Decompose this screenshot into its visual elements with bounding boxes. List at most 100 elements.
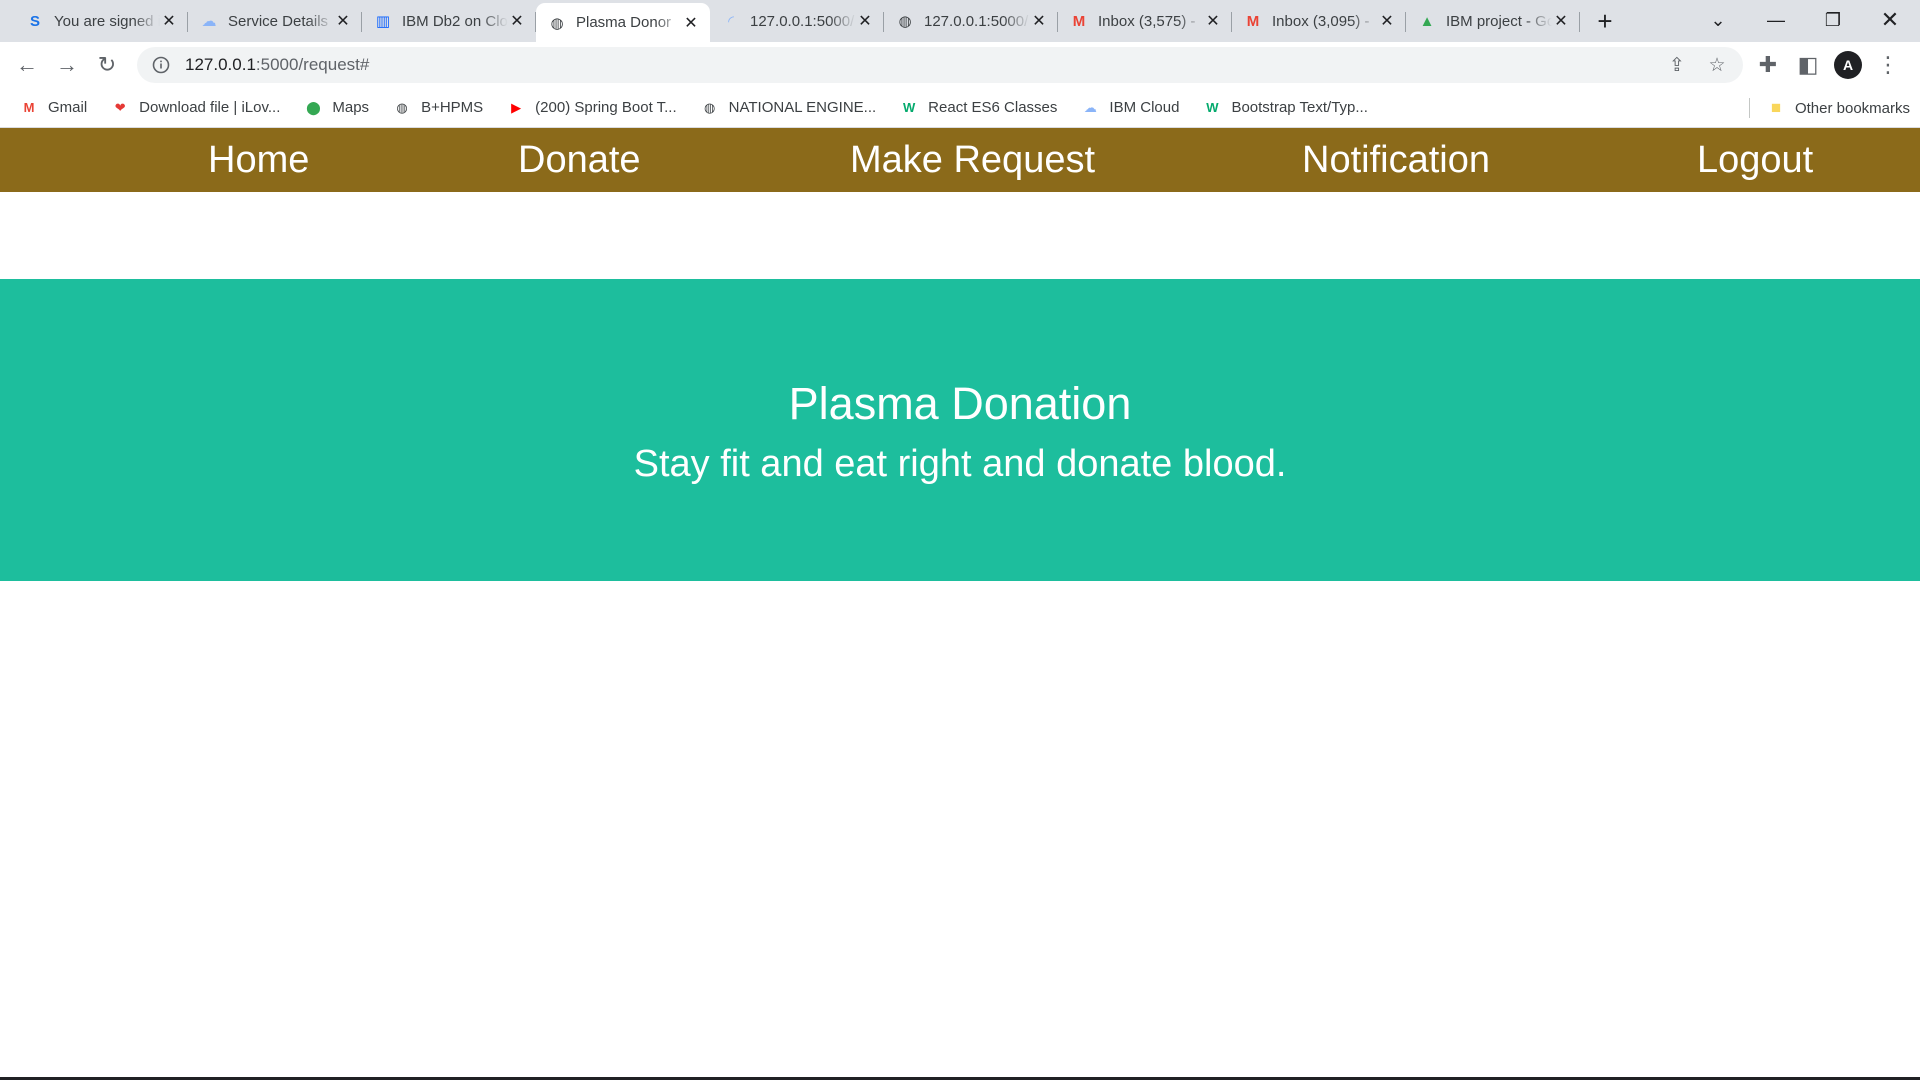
browser-tab[interactable]: ◍ Plasma Donor ✕	[536, 3, 710, 42]
close-window-button[interactable]: ✕	[1862, 0, 1918, 40]
forward-arrow-icon[interactable]: →	[47, 45, 87, 85]
other-bookmarks-label: Other bookmarks	[1794, 99, 1910, 117]
tab-close-icon[interactable]: ✕	[856, 12, 874, 30]
bookmarks-bar: M Gmail ❤ Download file | iLov... ⬤ Maps ◍ B+HP…	[0, 88, 1920, 128]
address-bar-actions: ⇪ ☆	[1657, 47, 1737, 83]
tab-title: Inbox (3,095) -	[1272, 12, 1370, 30]
bookmark-item[interactable]: M Gmail	[8, 92, 99, 124]
nav-logout-link[interactable]: Logout	[1697, 128, 1813, 192]
minimize-button[interactable]: —	[1748, 0, 1804, 40]
side-panel-icon[interactable]: ◧	[1788, 45, 1828, 85]
share-icon[interactable]: ⇪	[1657, 47, 1697, 83]
tab-title: Inbox (3,575) -	[1098, 12, 1196, 30]
bookmark-label: (200) Spring Boot T...	[535, 99, 677, 116]
tab-close-icon[interactable]: ✕	[334, 12, 352, 30]
new-tab-button[interactable]: +	[1586, 3, 1624, 39]
tab-close-icon[interactable]: ✕	[1552, 12, 1570, 30]
globe-icon: ◍	[396, 99, 408, 115]
nav-donate-link[interactable]: Donate	[518, 128, 641, 192]
google-drive-icon: ▲	[1419, 12, 1435, 30]
globe-icon: ◍	[550, 14, 564, 32]
browser-tab[interactable]: ◍ 127.0.0.1:5000/✕	[884, 3, 1058, 39]
other-bookmarks-folder[interactable]: ■ Other bookmarks	[1767, 92, 1910, 124]
tab-close-icon[interactable]: ✕	[508, 12, 526, 30]
tab-close-icon[interactable]: ✕	[160, 12, 178, 30]
avatar: A	[1834, 51, 1862, 79]
cloud-icon: ☁	[1083, 99, 1097, 115]
nav-home-link[interactable]: Home	[208, 128, 309, 192]
bookmark-label: Maps	[332, 99, 370, 116]
bookmarks-divider	[1749, 98, 1750, 118]
s-letter-icon: S	[29, 12, 40, 30]
bookmark-item[interactable]: ☁ IBM Cloud	[1069, 92, 1191, 124]
bookmark-item[interactable]: ◍ B+HPMS	[381, 92, 495, 124]
tab-close-icon[interactable]: ✕	[1378, 12, 1396, 30]
nav-make-request-link[interactable]: Make Request	[850, 128, 1095, 192]
browser-tab[interactable]: ▲ IBM project - Go ✕	[1406, 3, 1580, 39]
tab-list: S You are signed in ✕ ☁ Service Details ✕ ▥ IBM…	[0, 0, 1580, 42]
globe-icon: ◍	[703, 99, 716, 115]
bookmark-item[interactable]: ▶ (200) Spring Boot T...	[495, 92, 688, 124]
bookmark-item[interactable]: ❤ Download file | iLov...	[99, 92, 292, 124]
tab-title: IBM Db2 on Cloud	[402, 12, 508, 30]
tab-close-icon[interactable]: ✕	[682, 14, 700, 32]
browser-tab[interactable]: ▥ IBM Db2 on Cloud✕	[362, 3, 536, 39]
tab-close-icon[interactable]: ✕	[1030, 12, 1048, 30]
gmail-icon: M	[1072, 12, 1086, 30]
tab-title: 127.0.0.1:5000/	[924, 12, 1029, 30]
bookmark-label: NATIONAL ENGINE...	[728, 99, 877, 116]
back-arrow-icon[interactable]: ←	[7, 45, 47, 85]
browser-tab[interactable]: ☁ Service Details ✕	[188, 3, 362, 39]
hero-banner: Plasma Donation Stay fit and eat right a…	[0, 279, 1920, 581]
site-navbar: Home Donate Make Request Notification Lo…	[0, 128, 1920, 192]
bookmark-item[interactable]: W React ES6 Classes	[888, 92, 1069, 124]
heart-icon: ❤	[114, 99, 126, 115]
tab-title: IBM project - Go	[1446, 12, 1552, 30]
tab-title: Service Details	[228, 12, 329, 30]
reload-icon[interactable]: ↻	[87, 45, 127, 85]
url-text[interactable]: 127.0.0.1:5000/request#	[185, 55, 369, 75]
cloud-icon: ☁	[201, 13, 217, 30]
extension-area: ✚ ◧ A ⋮	[1748, 45, 1908, 85]
site-info-icon[interactable]	[151, 55, 171, 75]
bookmark-list: M Gmail ❤ Download file | iLov... ⬤ Maps ◍ B+HP…	[8, 92, 1380, 124]
page-viewport: Home Donate Make Request Notification Lo…	[0, 128, 1920, 1080]
profile-avatar-button[interactable]: A	[1828, 45, 1868, 85]
db2-grid-icon: ▥	[375, 13, 391, 30]
tab-search-chevron-icon[interactable]: ⌄	[1690, 0, 1746, 40]
browser-tab[interactable]: ◜ 127.0.0.1:5000/✕	[710, 3, 884, 39]
bookmark-item[interactable]: ⬤ Maps	[292, 92, 381, 124]
browser-tab[interactable]: S You are signed in ✕	[14, 3, 188, 39]
restore-button[interactable]: ❐	[1805, 0, 1861, 40]
browser-toolbar: ← → ↻ 127.0.0.1:5000/request# ⇪ ☆ ✚ ◧ A …	[0, 42, 1920, 88]
tab-title: Plasma Donor	[576, 14, 672, 31]
bookmark-label: Gmail	[48, 99, 88, 116]
nav-notification-link[interactable]: Notification	[1302, 128, 1490, 192]
hero-subtitle: Stay fit and eat right and donate blood.	[633, 443, 1287, 485]
extensions-puzzle-icon[interactable]: ✚	[1748, 45, 1788, 85]
bookmark-label: React ES6 Classes	[928, 99, 1058, 116]
address-bar[interactable]: 127.0.0.1:5000/request# ⇪ ☆	[137, 47, 1743, 83]
bookmark-label: Download file | iLov...	[139, 99, 281, 116]
tab-separator	[1579, 12, 1580, 32]
bookmark-label: IBM Cloud	[1109, 99, 1180, 116]
bookmark-item[interactable]: W Bootstrap Text/Typ...	[1191, 92, 1379, 124]
gmail-icon: M	[23, 100, 35, 115]
url-host: 127.0.0.1	[185, 55, 256, 74]
tab-close-icon[interactable]: ✕	[1204, 12, 1222, 30]
tab-title: 127.0.0.1:5000/	[750, 12, 855, 30]
gmail-icon: M	[1246, 12, 1260, 30]
bookmark-star-icon[interactable]: ☆	[1697, 47, 1737, 83]
browser-tab[interactable]: M Inbox (3,575) - ✕	[1058, 3, 1232, 39]
folder-icon: ■	[1770, 98, 1782, 117]
bookmark-item[interactable]: ◍ NATIONAL ENGINE...	[689, 92, 889, 124]
bookmark-label: B+HPMS	[421, 99, 484, 116]
url-path: :5000/request#	[255, 55, 370, 74]
tab-title: You are signed in	[54, 12, 160, 30]
loading-spinner-icon: ◜	[728, 13, 734, 30]
hero-title: Plasma Donation	[788, 378, 1132, 429]
more-menu-icon[interactable]: ⋮	[1868, 45, 1908, 85]
bookmark-label: Bootstrap Text/Typ...	[1231, 99, 1368, 116]
browser-tab[interactable]: M Inbox (3,095) - ✕	[1232, 3, 1406, 39]
w3schools-icon: W	[903, 100, 916, 115]
